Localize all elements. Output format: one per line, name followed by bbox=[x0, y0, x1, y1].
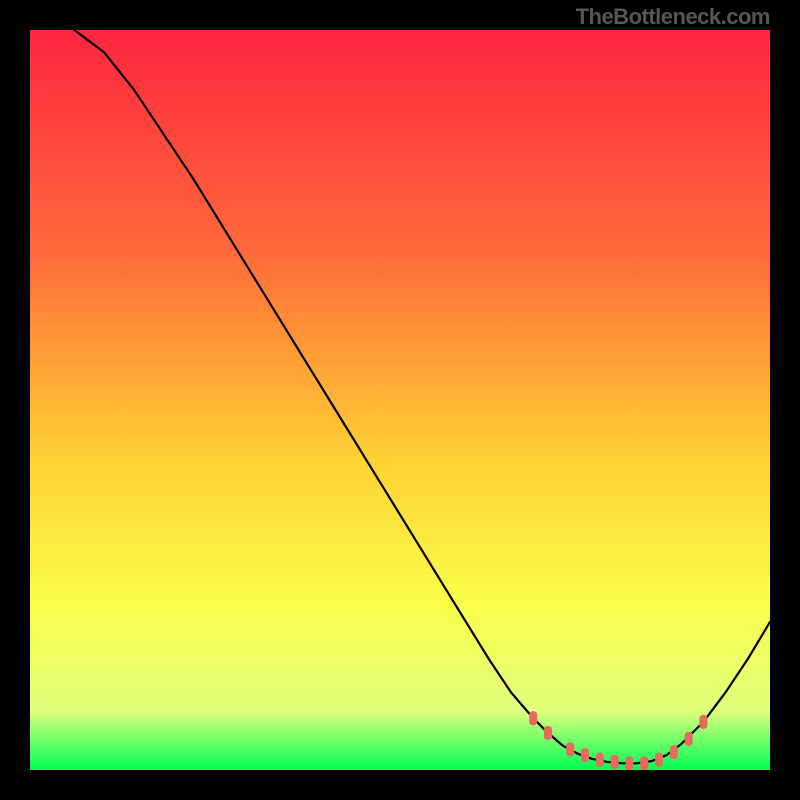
marker-dot bbox=[640, 756, 648, 770]
plot-area bbox=[30, 30, 770, 770]
marker-dot bbox=[566, 742, 574, 756]
marker-dot bbox=[611, 755, 619, 769]
gradient-background bbox=[30, 30, 770, 770]
marker-dot bbox=[699, 715, 707, 729]
marker-dot bbox=[655, 753, 663, 767]
chart-svg bbox=[30, 30, 770, 770]
watermark-text: TheBottleneck.com bbox=[576, 4, 770, 30]
marker-dot bbox=[670, 745, 678, 759]
marker-dot bbox=[625, 756, 633, 770]
chart-frame: TheBottleneck.com bbox=[0, 0, 800, 800]
marker-dot bbox=[544, 726, 552, 740]
marker-dot bbox=[529, 711, 537, 725]
marker-dot bbox=[596, 753, 604, 767]
marker-dot bbox=[685, 732, 693, 746]
marker-dot bbox=[581, 748, 589, 762]
